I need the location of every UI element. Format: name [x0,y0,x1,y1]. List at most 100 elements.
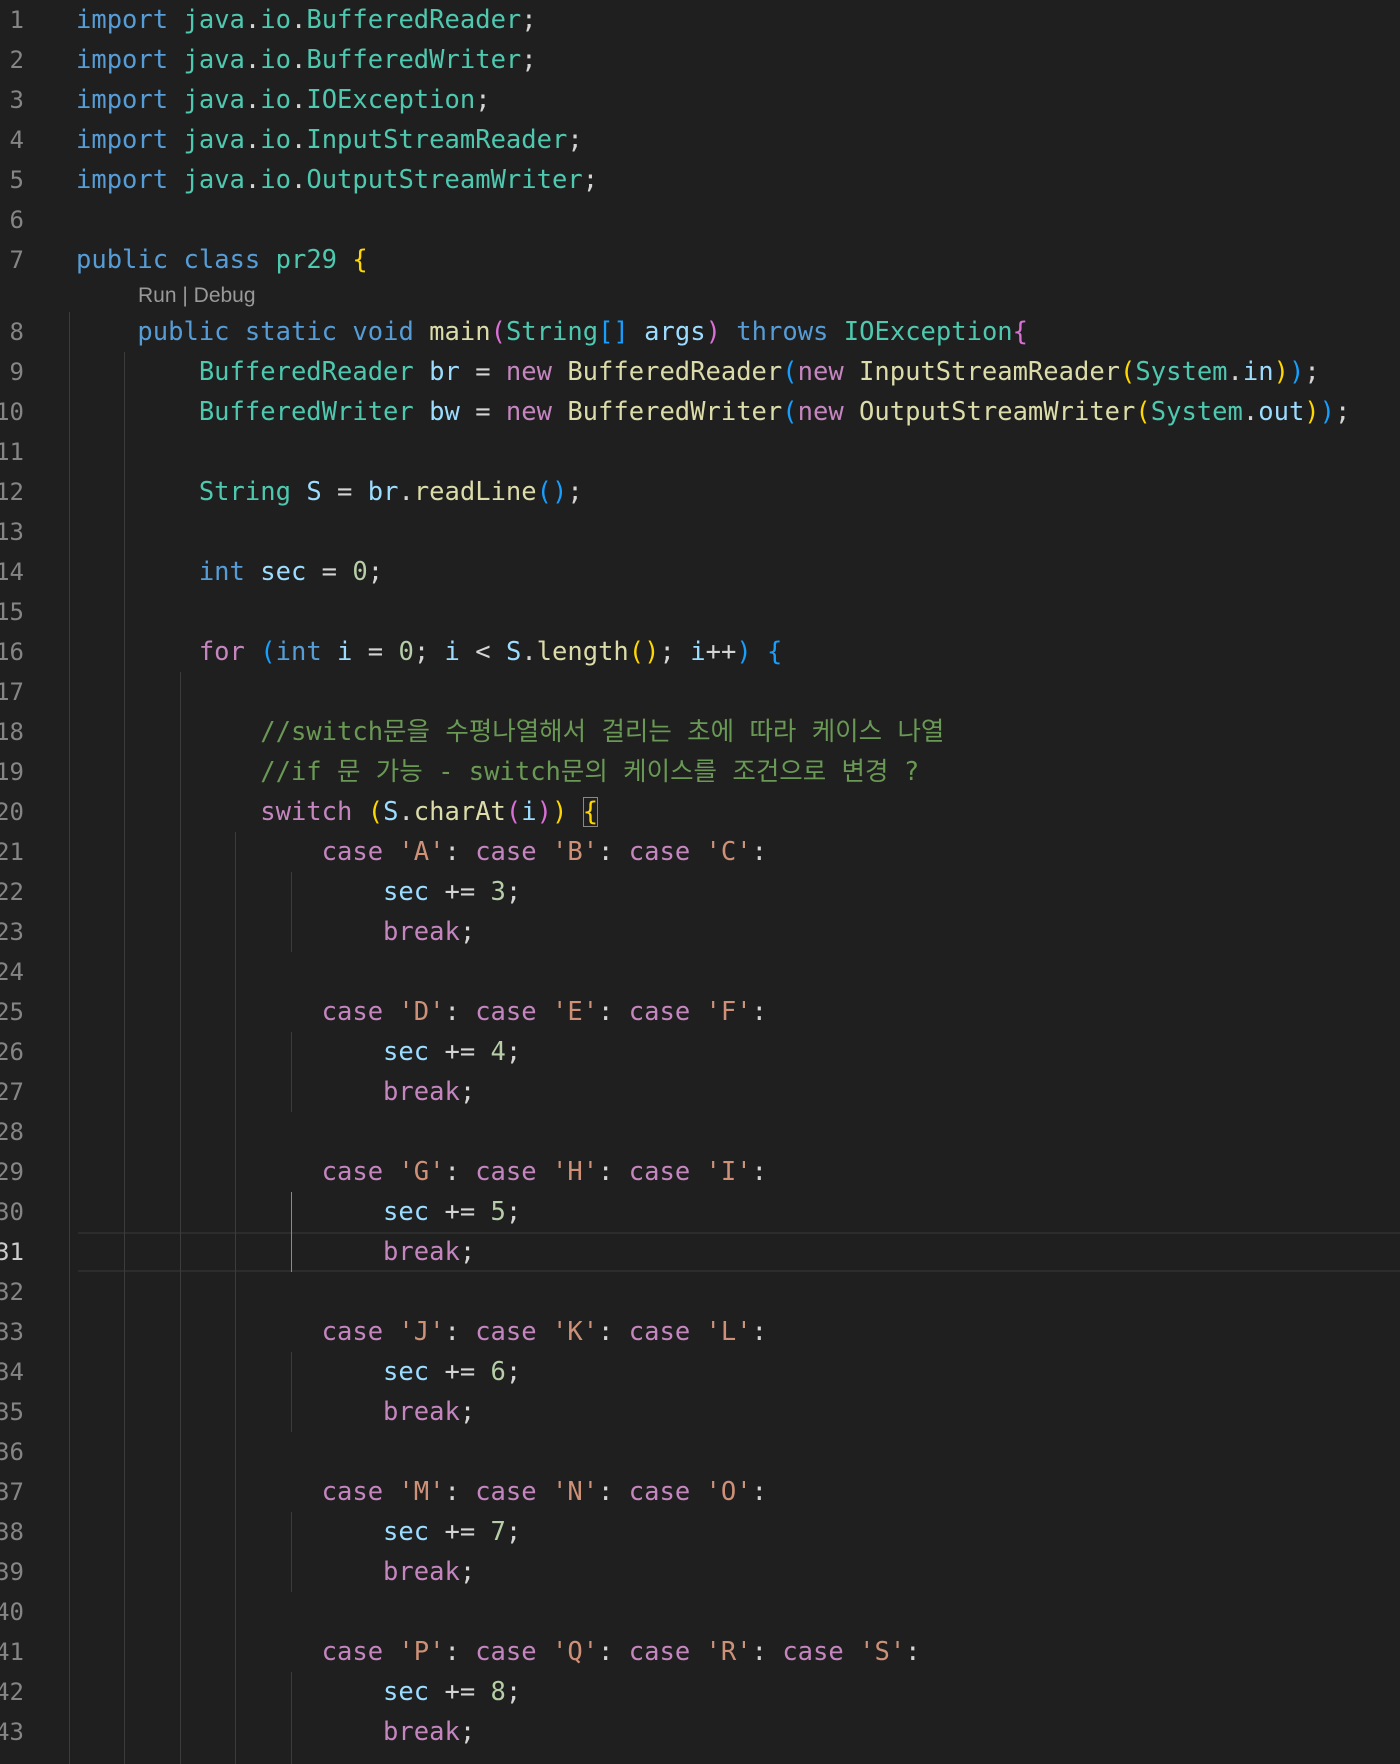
code-line[interactable]: 20 switch (S.charAt(i)) { [0,792,1400,832]
line-number: 3 [9,86,24,114]
code-line[interactable]: 27 break; [0,1072,1400,1112]
code-line[interactable]: 31 break; [0,1232,1400,1272]
code-line[interactable]: 16 for (int i = 0; i < S.length(); i++) … [0,632,1400,672]
code-line[interactable]: 3 import java.io.IOException; [0,80,1400,120]
code-line[interactable]: 33 case 'J': case 'K': case 'L': [0,1312,1400,1352]
code-line[interactable]: 19 //if 문 가능 - switch문의 케이스를 조건으로 변경 ? [0,752,1400,792]
code-token: : [444,837,476,867]
code-line[interactable]: 17 [0,672,1400,712]
code-text: import java.io.OutputStreamWriter; [76,160,598,200]
code-token: ) [736,637,752,667]
code-line[interactable]: 12 String S = br.readLine(); [0,472,1400,512]
code-token: { [1012,317,1029,347]
code-line[interactable]: 28 [0,1112,1400,1152]
code-token: . [290,125,307,155]
code-line[interactable]: 22 sec += 3; [0,872,1400,912]
code-line[interactable]: 2 import java.io.BufferedWriter; [0,40,1400,80]
code-line[interactable]: 5 import java.io.OutputStreamWriter; [0,160,1400,200]
code-token: . [1242,397,1259,427]
code-token: static [244,317,338,347]
code-line[interactable]: 9 BufferedReader br = new BufferedReader… [0,352,1400,392]
code-text: for (int i = 0; i < S.length(); i++) { [76,632,783,672]
code-token: ( [260,637,276,667]
code-token: public [76,245,169,275]
code-line[interactable]: 24 [0,952,1400,992]
code-token: += [429,1037,491,1067]
line-number: 15 [0,598,24,626]
code-line[interactable]: 23 break; [0,912,1400,952]
code-token: args [644,317,706,347]
code-token: S [306,477,322,507]
code-token: BufferedWriter [567,397,783,427]
code-token: 6 [490,1357,506,1387]
code-token: System [1135,357,1228,387]
code-line[interactable]: 34 sec += 6; [0,1352,1400,1392]
code-token: . [244,85,261,115]
code-line[interactable]: 35 break; [0,1392,1400,1432]
code-line[interactable]: 21 case 'A': case 'B': case 'C': [0,832,1400,872]
line-number: 42 [0,1678,24,1706]
code-line[interactable]: 4 import java.io.InputStreamReader; [0,120,1400,160]
code-line[interactable]: 36 [0,1432,1400,1472]
codelens-debug-link[interactable]: Debug [194,284,256,307]
code-token: ; [582,165,599,195]
code-token: InputStreamReader [306,125,568,155]
code-line[interactable]: 39 break; [0,1552,1400,1592]
code-line[interactable]: 37 case 'M': case 'N': case 'O': [0,1472,1400,1512]
code-token: break [383,917,460,947]
code-token: 4 [490,1037,506,1067]
code-line[interactable]: 18 //switch문을 수평나열해서 걸리는 초에 따라 케이스 나열 [0,712,1400,752]
code-line[interactable]: 43 break; [0,1712,1400,1752]
code-text: sec += 4; [76,1032,521,1072]
code-line[interactable]: 29 case 'G': case 'H': case 'I': [0,1152,1400,1192]
code-line[interactable]: 8 public static void main(String[] args)… [0,312,1400,352]
code-token: case [475,997,537,1027]
code-line[interactable]: 26 sec += 4; [0,1032,1400,1072]
code-line[interactable]: 42 sec += 8; [0,1672,1400,1712]
code-token: InputStreamReader [859,357,1121,387]
code-text: public class pr29 { [76,240,368,280]
code-line[interactable]: 40 [0,1592,1400,1632]
indent-guide [235,832,237,1764]
code-line[interactable]: 32 [0,1272,1400,1312]
code-line[interactable]: 6 [0,200,1400,240]
code-line[interactable]: 30 sec += 5; [0,1192,1400,1232]
code-token: readLine [413,477,537,507]
code-line[interactable]: 11 [0,432,1400,472]
line-number: 27 [0,1078,24,1106]
code-line[interactable]: 25 case 'D': case 'E': case 'F': [0,992,1400,1032]
code-token: i [521,797,537,827]
code-token: 3 [490,877,506,907]
code-token: int [198,557,245,587]
indent-guide [290,1192,292,1272]
code-token: ; [459,917,476,947]
code-line[interactable]: 10 BufferedWriter bw = new BufferedWrite… [0,392,1400,432]
code-token: import [76,45,169,75]
code-token: : [598,837,629,867]
code-token: . [290,5,307,35]
code-line[interactable]: 15 [0,592,1400,632]
code-token: java [183,125,245,155]
code-token: 'E' [551,997,599,1027]
code-line[interactable]: 38 sec += 7; [0,1512,1400,1552]
code-editor[interactable]: 1 import java.io.BufferedReader; 2 import j… [0,0,1400,1764]
code-token: . [244,5,261,35]
code-line[interactable]: 41 case 'P': case 'Q': case 'R': case 'S… [0,1632,1400,1672]
code-token: case [321,837,384,867]
code-line[interactable]: 13 [0,512,1400,552]
code-line[interactable]: 14 int sec = 0; [0,552,1400,592]
codelens-run-link[interactable]: Run [138,284,177,307]
code-line[interactable]: 1 import java.io.BufferedReader; [0,0,1400,40]
code-line[interactable]: 7 public class pr29 { [0,240,1400,280]
